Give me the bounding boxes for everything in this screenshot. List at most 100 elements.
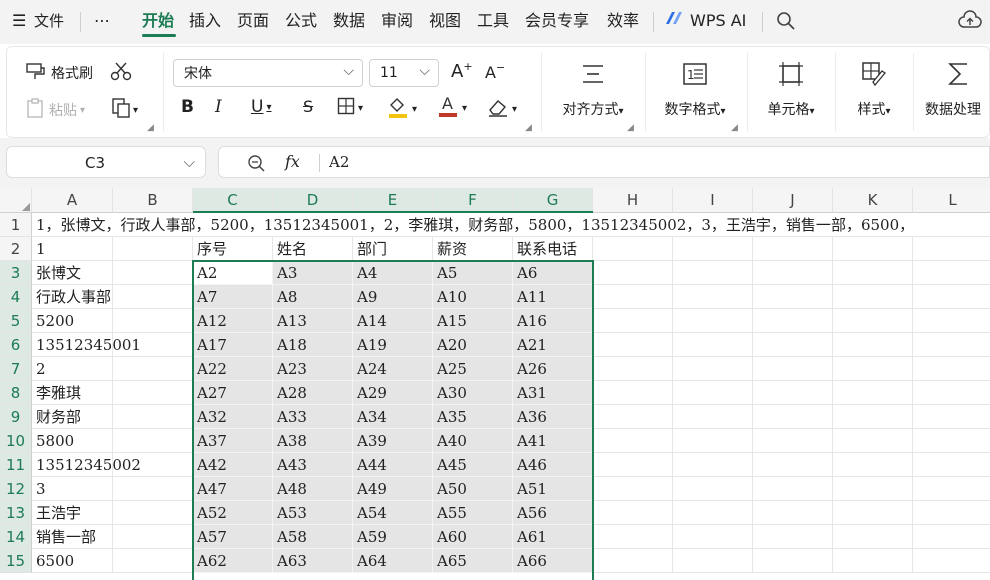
table-cell[interactable]: A59 <box>353 525 433 549</box>
table-cell[interactable]: A19 <box>353 333 433 357</box>
grid-cell[interactable] <box>753 549 833 573</box>
active-cell[interactable]: A2 <box>193 261 273 285</box>
grid-cell[interactable] <box>593 381 673 405</box>
row-header[interactable]: 13 <box>0 501 32 525</box>
grid-cell[interactable] <box>913 237 990 261</box>
grid-cell[interactable] <box>833 429 913 453</box>
table-cell[interactable]: A51 <box>513 477 593 501</box>
table-cell[interactable]: A60 <box>433 525 513 549</box>
tab-formula[interactable]: 公式 <box>285 10 317 32</box>
grid-cell[interactable] <box>673 309 753 333</box>
search-icon[interactable] <box>776 11 796 37</box>
number-format-button[interactable]: 1 数字格式▾ <box>653 57 737 119</box>
cell-column-a[interactable]: 1 <box>32 237 113 261</box>
grid-cell[interactable] <box>913 501 990 525</box>
row-header[interactable]: 2 <box>0 237 32 261</box>
grid-cell[interactable] <box>833 357 913 381</box>
table-cell[interactable]: A54 <box>353 501 433 525</box>
grid-cell[interactable] <box>113 381 193 405</box>
name-box[interactable]: C3 ⌵ <box>6 146 206 178</box>
table-cell[interactable]: A55 <box>433 501 513 525</box>
grid-cell[interactable] <box>833 549 913 573</box>
data-processing-button[interactable]: 数据处理 <box>921 57 990 119</box>
grid-cell[interactable] <box>593 237 673 261</box>
table-cell[interactable]: A3 <box>273 261 353 285</box>
table-cell[interactable]: A13 <box>273 309 353 333</box>
column-header[interactable]: D <box>273 188 353 213</box>
grid-cell[interactable] <box>913 285 990 309</box>
grid-cell[interactable] <box>113 549 193 573</box>
table-cell[interactable]: A27 <box>193 381 273 405</box>
table-cell[interactable]: A34 <box>353 405 433 429</box>
table-cell[interactable]: A42 <box>193 453 273 477</box>
grid-cell[interactable] <box>593 333 673 357</box>
zoom-icon[interactable] <box>247 154 265 176</box>
increase-font-icon[interactable]: A + <box>451 60 473 82</box>
row-header[interactable]: 14 <box>0 525 32 549</box>
table-cell[interactable]: A66 <box>513 549 593 573</box>
cell-column-a[interactable]: 李雅琪 <box>32 381 113 405</box>
cell-column-a[interactable]: 5800 <box>32 429 113 453</box>
column-header[interactable]: I <box>673 188 753 213</box>
table-cell[interactable]: A16 <box>513 309 593 333</box>
grid-cell[interactable] <box>593 501 673 525</box>
table-cell[interactable]: A37 <box>193 429 273 453</box>
grid-cell[interactable] <box>753 333 833 357</box>
column-header[interactable]: F <box>433 188 513 213</box>
column-header[interactable]: E <box>353 188 433 213</box>
grid-cell[interactable] <box>113 285 193 309</box>
table-cell[interactable]: A30 <box>433 381 513 405</box>
grid-cell[interactable] <box>753 525 833 549</box>
cell-a1[interactable]: 1，张博文，行政人事部，5200，13512345001，2，李雅琪，财务部，5… <box>32 213 990 237</box>
grid-cell[interactable] <box>113 477 193 501</box>
tab-member[interactable]: 会员专享 <box>525 10 589 32</box>
row-header[interactable]: 12 <box>0 477 32 501</box>
row-header[interactable]: 8 <box>0 381 32 405</box>
table-cell[interactable]: A62 <box>193 549 273 573</box>
table-cell[interactable]: A20 <box>433 333 513 357</box>
table-cell[interactable]: A49 <box>353 477 433 501</box>
table-cell[interactable]: A58 <box>273 525 353 549</box>
table-cell[interactable]: A32 <box>193 405 273 429</box>
grid-cell[interactable] <box>593 285 673 309</box>
tab-home[interactable]: 开始 <box>142 10 174 32</box>
grid-cell[interactable] <box>753 477 833 501</box>
cell-column-a[interactable]: 财务部 <box>32 405 113 429</box>
wps-ai-button[interactable]: WPS AI <box>690 10 746 32</box>
table-cell[interactable]: A43 <box>273 453 353 477</box>
table-cell[interactable]: A33 <box>273 405 353 429</box>
grid-cell[interactable] <box>753 405 833 429</box>
table-cell[interactable]: A39 <box>353 429 433 453</box>
grid-cell[interactable] <box>753 237 833 261</box>
tab-view[interactable]: 视图 <box>429 10 461 32</box>
column-header[interactable]: C <box>193 188 273 213</box>
table-cell[interactable]: A38 <box>273 429 353 453</box>
table-cell[interactable]: A7 <box>193 285 273 309</box>
table-cell[interactable]: A63 <box>273 549 353 573</box>
table-header-cell[interactable]: 薪资 <box>433 237 513 261</box>
grid-cell[interactable] <box>833 309 913 333</box>
align-button[interactable]: 对齐方式▾ <box>553 57 633 119</box>
cloud-upload-icon[interactable] <box>958 10 982 38</box>
grid-cell[interactable] <box>673 405 753 429</box>
column-header[interactable]: A <box>32 188 113 213</box>
column-header[interactable]: B <box>113 188 193 213</box>
grid-cell[interactable] <box>833 525 913 549</box>
grid-cell[interactable] <box>673 549 753 573</box>
select-all-corner[interactable] <box>0 188 32 213</box>
table-cell[interactable]: A47 <box>193 477 273 501</box>
table-cell[interactable]: A45 <box>433 453 513 477</box>
table-cell[interactable]: A56 <box>513 501 593 525</box>
table-cell[interactable]: A18 <box>273 333 353 357</box>
border-button[interactable]: ▾ <box>337 97 363 119</box>
clear-format-button[interactable]: ▾ <box>487 97 517 121</box>
row-header[interactable]: 15 <box>0 549 32 573</box>
grid-cell[interactable] <box>593 261 673 285</box>
cell-column-a[interactable]: 张博文 <box>32 261 113 285</box>
grid-cell[interactable] <box>673 333 753 357</box>
grid-cell[interactable] <box>753 357 833 381</box>
grid-cell[interactable] <box>833 477 913 501</box>
table-cell[interactable]: A53 <box>273 501 353 525</box>
group-expand-icon[interactable]: ◢ <box>627 123 634 133</box>
grid-cell[interactable] <box>673 477 753 501</box>
